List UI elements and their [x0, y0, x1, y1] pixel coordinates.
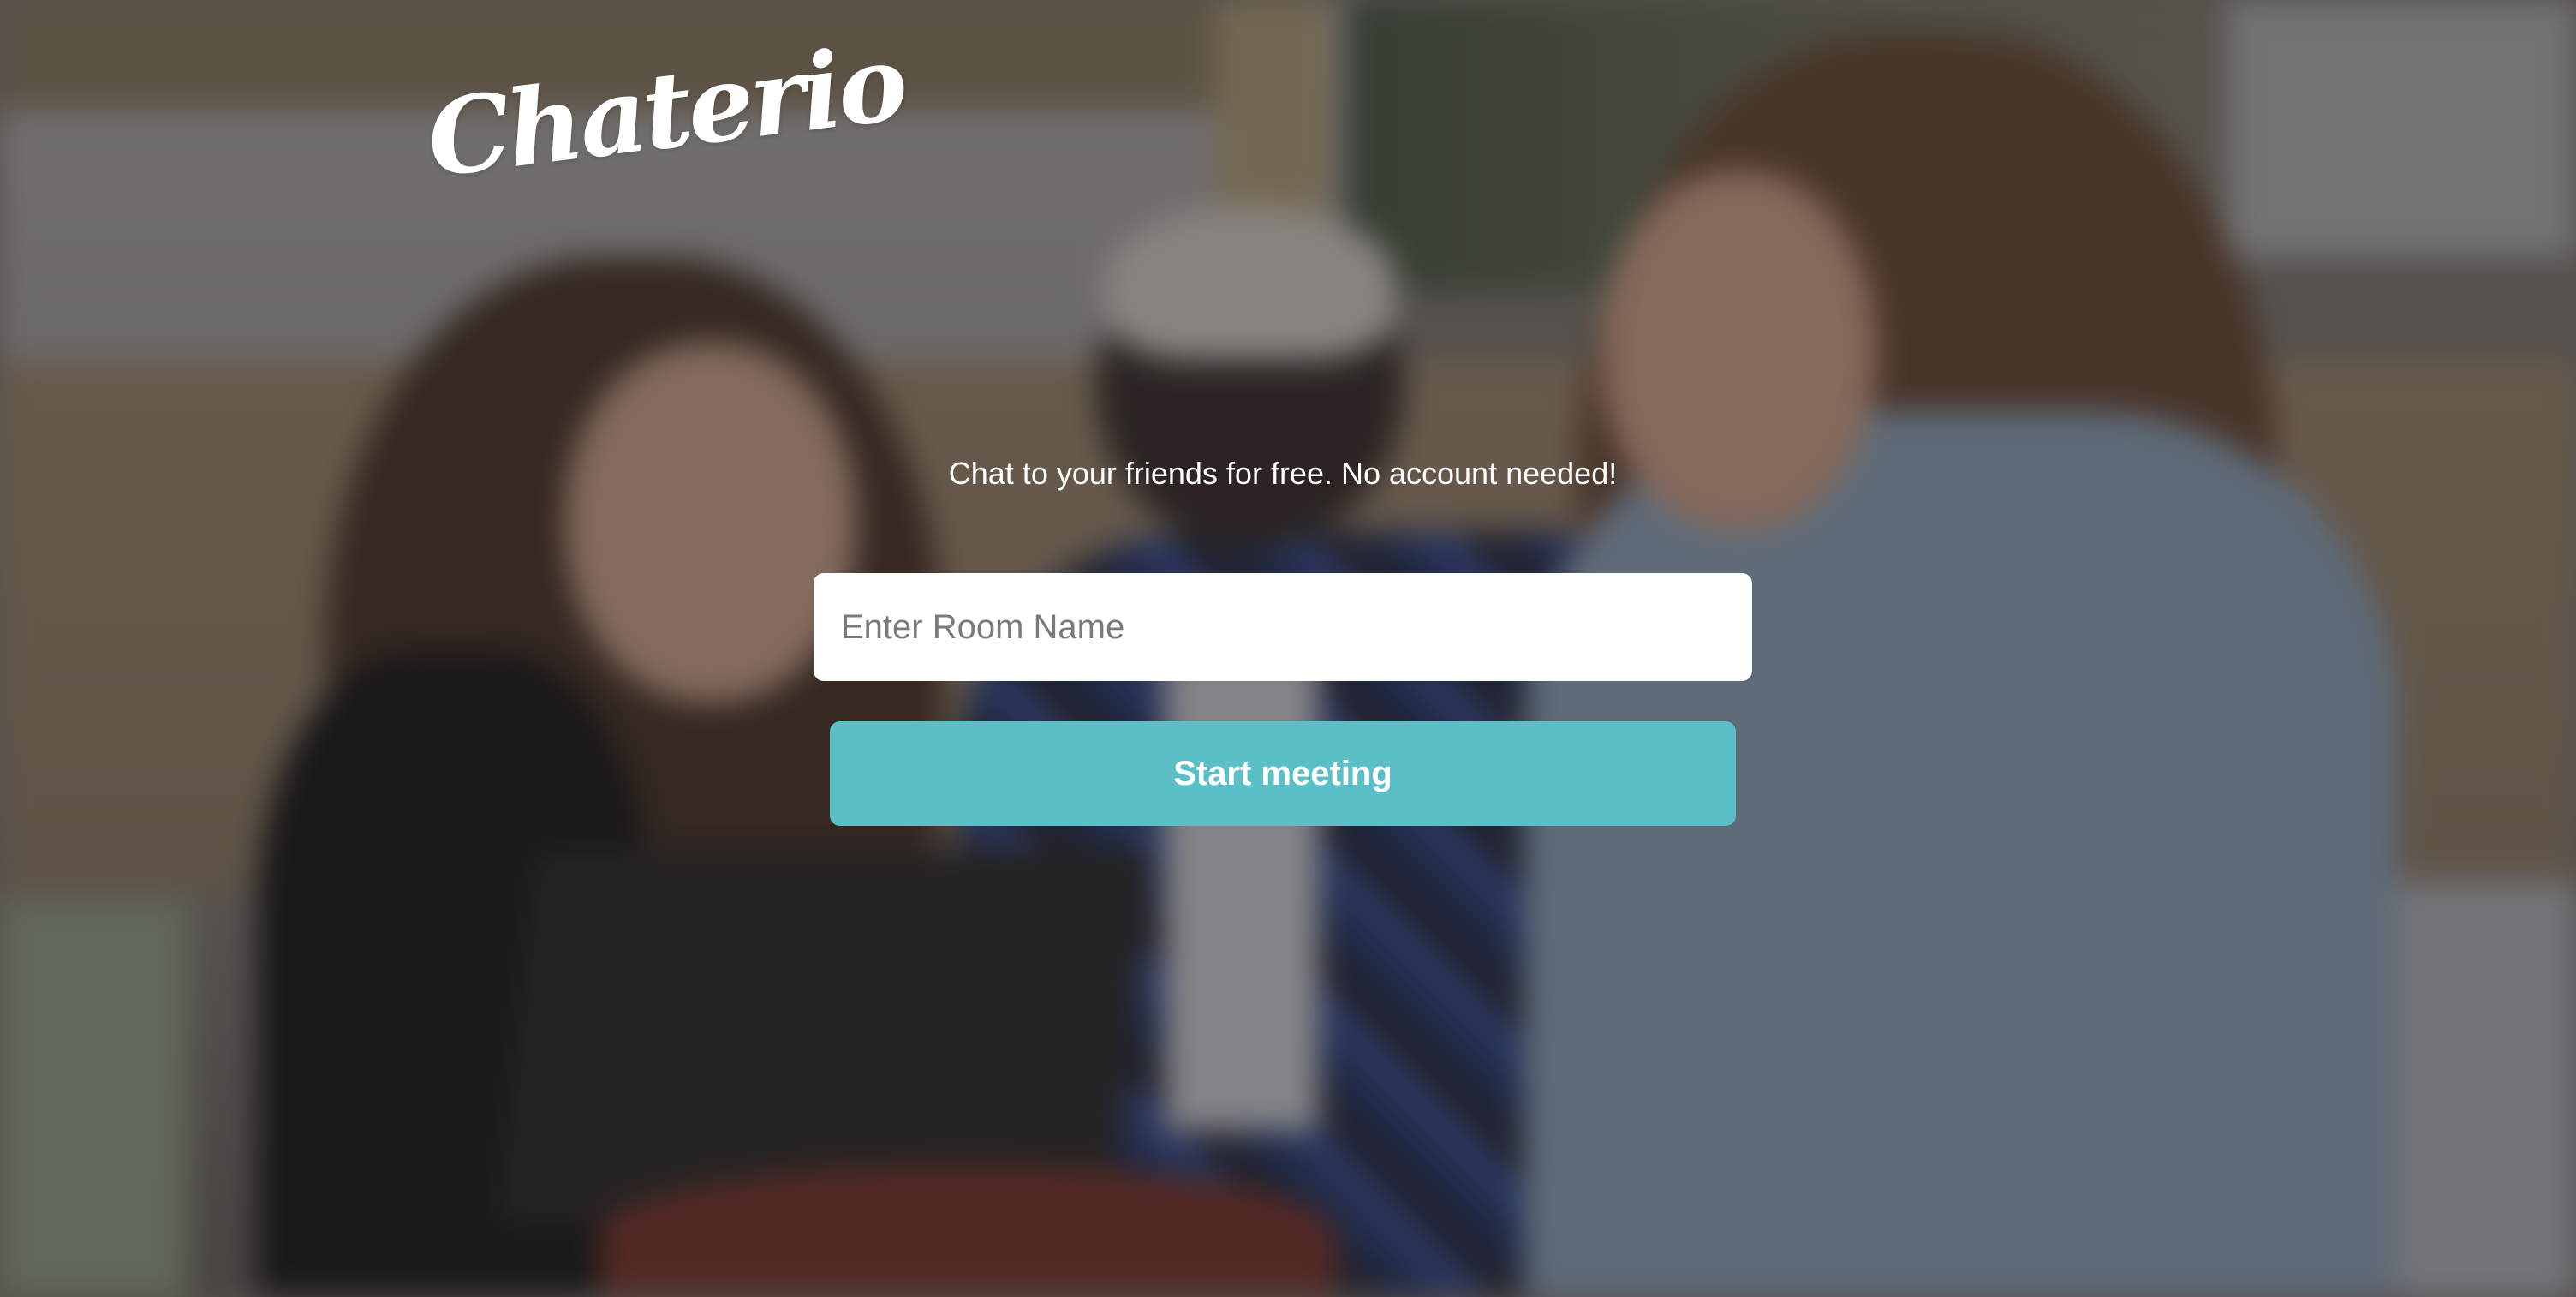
hero-tagline: Chat to your friends for free. No accoun… — [948, 456, 1618, 491]
room-name-input[interactable] — [814, 573, 1752, 681]
start-meeting-button[interactable]: Start meeting — [830, 721, 1736, 826]
